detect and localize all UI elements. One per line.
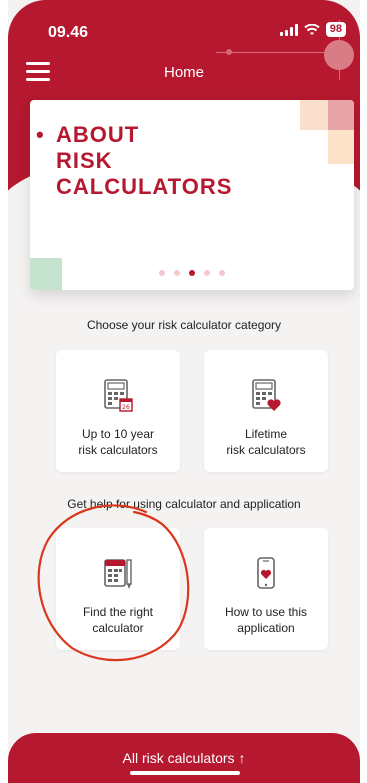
banner-title-line: CALCULATORS	[56, 174, 233, 199]
about-banner[interactable]: • ABOUT RISK CALCULATORS	[30, 100, 354, 290]
card-label-line: calculator	[92, 621, 144, 635]
card-label: Up to 10 year risk calculators	[78, 426, 157, 458]
banner-decoration	[328, 130, 354, 164]
card-label: Lifetime risk calculators	[226, 426, 305, 458]
carousel-dot[interactable]	[219, 270, 225, 276]
header-decoration	[226, 49, 232, 55]
how-to-use-app-card[interactable]: How to use this application	[204, 528, 328, 650]
banner-bullet: •	[36, 122, 45, 147]
card-label-line: Up to 10 year	[81, 427, 155, 441]
banner-decoration	[328, 100, 354, 130]
carousel-dots	[30, 270, 354, 276]
signal-icon	[279, 23, 298, 36]
card-label: How to use this application	[225, 604, 307, 636]
carousel-dot[interactable]	[204, 270, 210, 276]
category-section-label: Choose your risk calculator category	[86, 318, 282, 332]
home-indicator	[130, 771, 240, 775]
carousel-dot[interactable]	[189, 270, 195, 276]
help-section-label: Get help for using calculator and applic…	[67, 497, 301, 511]
find-right-calculator-card[interactable]: Find the right calculator	[56, 528, 180, 650]
status-icons: 98	[279, 22, 346, 37]
card-label-line: Find the right	[82, 605, 154, 619]
card-label-line: How to use this	[224, 605, 308, 619]
phone-screen: 09.46 98 Home • ABOUT RISK CALCULATORS C…	[8, 0, 360, 783]
banner-title-line: RISK	[56, 148, 113, 173]
carousel-dot[interactable]	[174, 270, 180, 276]
card-label-line: application	[237, 621, 295, 635]
phone-heart-icon	[257, 557, 275, 589]
banner-decoration	[300, 100, 328, 130]
calculator-pen-icon	[104, 559, 132, 589]
card-label-line: risk calculators	[78, 443, 158, 457]
calculator-calendar-icon: 26	[104, 379, 133, 412]
calculator-heart-icon	[252, 379, 281, 411]
banner-title: • ABOUT RISK CALCULATORS	[36, 122, 233, 200]
header-decoration	[216, 52, 326, 53]
status-time: 09.46	[48, 24, 89, 41]
card-label-line: Lifetime	[244, 427, 287, 441]
battery-indicator: 98	[325, 22, 346, 37]
wifi-icon	[304, 23, 320, 35]
svg-text:26: 26	[122, 404, 130, 411]
card-label: Find the right calculator	[83, 604, 153, 636]
all-risk-calculators-label: All risk calculators ↑	[122, 750, 246, 766]
lifetime-calculators-card[interactable]: Lifetime risk calculators	[204, 350, 328, 472]
card-label-line: risk calculators	[226, 443, 306, 457]
page-title: Home	[163, 64, 204, 81]
carousel-dot[interactable]	[159, 270, 165, 276]
banner-title-line: ABOUT	[56, 122, 140, 147]
all-risk-calculators-bar[interactable]: All risk calculators ↑	[8, 733, 360, 783]
ten-year-calculators-card[interactable]: 26 Up to 10 year risk calculators	[56, 350, 180, 472]
